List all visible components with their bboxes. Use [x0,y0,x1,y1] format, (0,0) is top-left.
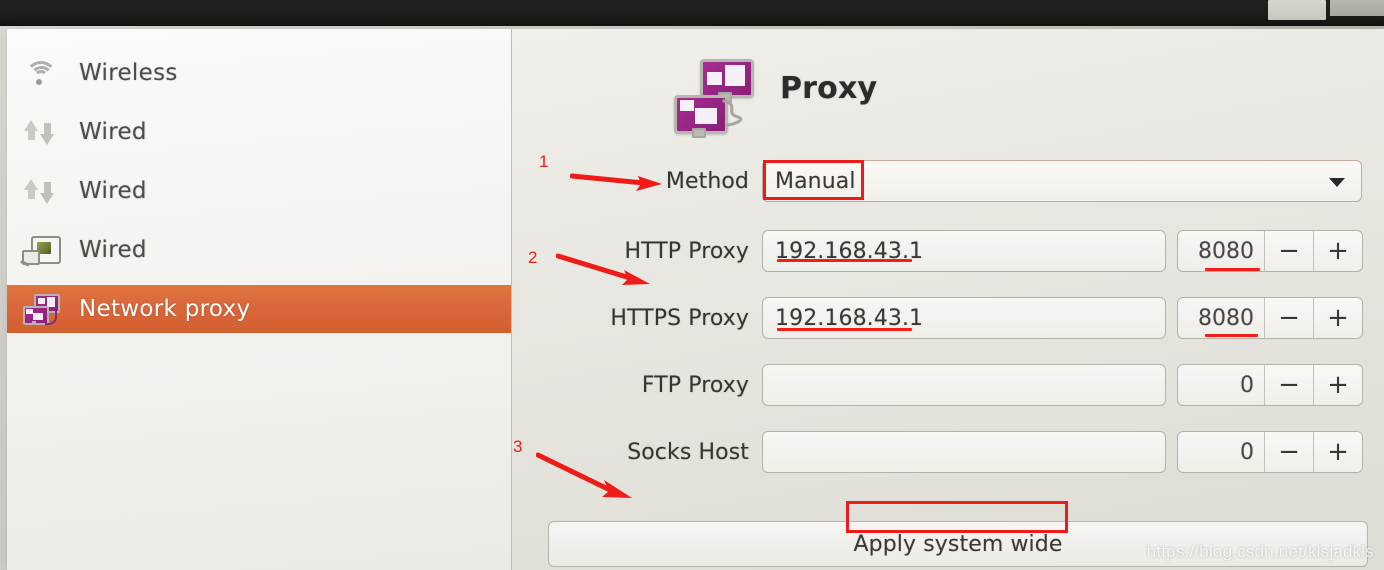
http-proxy-input[interactable]: 192.168.43.1 [762,230,1166,272]
http-port-stepper[interactable]: 8080 − + [1177,230,1363,272]
watermark: https://blog.csdn.net/klsjadkls [1146,542,1374,561]
network-card-icon [20,233,61,267]
https-port-minus-button[interactable]: − [1264,298,1313,338]
sidebar-item-label: Wired [79,237,147,263]
annotation-arrow-1 [570,173,662,191]
row-socks-host: Socks Host 0 − + [512,428,1384,476]
https-proxy-input[interactable]: 192.168.43.1 [762,297,1166,339]
sidebar-item-label: Wired [79,178,147,204]
row-ftp-proxy: FTP Proxy 0 − + [512,361,1384,409]
ftp-port-value: 0 [1240,372,1254,398]
sidebar-item-label: Wired [79,119,147,145]
http-port-minus-button[interactable]: − [1264,231,1313,271]
annotation-underline-https-port [1205,334,1258,337]
ftp-port-minus-button[interactable]: − [1264,365,1313,405]
https-port-plus-button[interactable]: + [1313,298,1362,338]
socks-port-plus-button[interactable]: + [1313,432,1362,472]
cable-icon [722,99,743,127]
annotation-underline-http-proxy [777,259,912,262]
proxy-panel: Proxy Method Manual HTTP Proxy 192.168.4… [512,29,1384,570]
apply-button-label: Apply system wide [853,531,1063,557]
network-proxy-icon [21,292,61,326]
sidebar-item-label: Wireless [79,60,178,86]
socks-host-input[interactable] [762,431,1166,473]
chevron-down-icon [1329,178,1345,187]
socks-port-minus-button[interactable]: − [1264,432,1313,472]
socks-port-value: 0 [1240,439,1254,465]
http-port-value: 8080 [1198,238,1254,264]
https-port-value: 8080 [1198,305,1254,331]
page-title: Proxy [780,71,878,106]
sidebar: Wireless Wired Wired Wired Network proxy [7,29,512,570]
annotation-arrow-3 [536,452,632,498]
wifi-icon [21,56,61,90]
annotation-box-method-value [763,160,864,200]
up-down-arrows-icon [21,115,61,149]
annotation-box-apply-button [846,501,1068,533]
ftp-proxy-input[interactable] [762,364,1166,406]
annotation-underline-http-port [1205,268,1260,271]
screenshot-root: Wireless Wired Wired Wired Network proxy… [0,0,1384,570]
sidebar-item-wired-3[interactable]: Wired [7,226,511,274]
network-settings-window: Wireless Wired Wired Wired Network proxy… [7,29,1384,570]
annotation-number-2: 2 [528,248,538,267]
http-port-plus-button[interactable]: + [1313,231,1362,271]
annotation-arrow-2 [556,253,650,285]
sidebar-item-label: Network proxy [79,296,251,322]
https-proxy-label: HTTPS Proxy [610,305,749,331]
sidebar-item-wired-1[interactable]: Wired [7,108,511,156]
annotation-number-1: 1 [539,152,549,171]
top-bar-button-right[interactable] [1330,0,1384,16]
https-proxy-value: 192.168.43.1 [775,305,924,331]
panel-header: Proxy [672,49,1092,138]
ftp-port-plus-button[interactable]: + [1313,365,1362,405]
top-bar-button-left[interactable] [1268,0,1326,20]
annotation-underline-https-proxy [777,328,912,331]
sidebar-item-network-proxy[interactable]: Network proxy [7,285,511,333]
annotation-number-3: 3 [513,437,523,456]
up-down-arrows-icon [21,174,61,208]
sidebar-item-wired-2[interactable]: Wired [7,167,511,215]
ftp-proxy-label: FTP Proxy [641,372,749,398]
https-port-stepper[interactable]: 8080 − + [1177,297,1363,339]
sidebar-item-wireless[interactable]: Wireless [7,49,511,97]
network-proxy-icon [672,59,764,138]
desktop-top-bar [0,0,1384,26]
socks-port-stepper[interactable]: 0 − + [1177,431,1363,473]
ftp-port-stepper[interactable]: 0 − + [1177,364,1363,406]
